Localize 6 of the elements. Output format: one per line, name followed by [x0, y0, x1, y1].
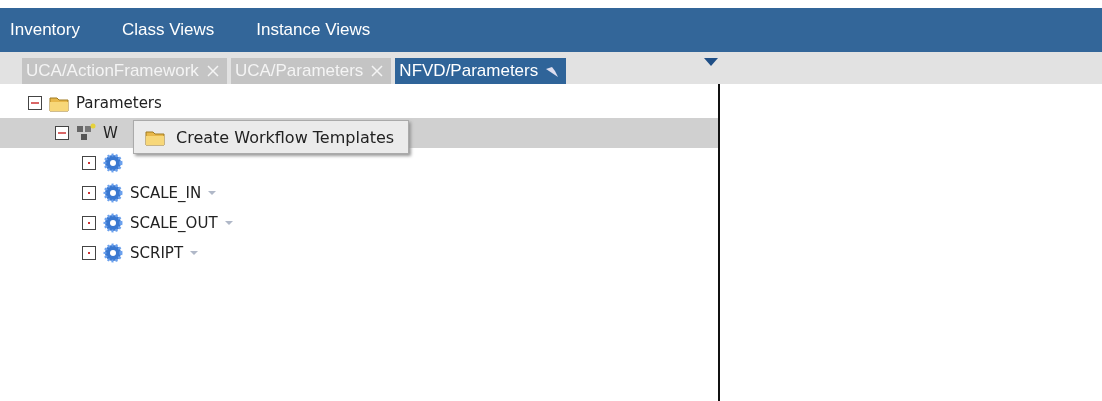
tree-label: Parameters [76, 94, 162, 112]
tree-label: SCALE_OUT [130, 214, 218, 232]
tab-label: NFVD/Parameters [399, 61, 539, 81]
tree-label: SCRIPT [130, 244, 184, 262]
tree-label: SCALE_IN [130, 184, 202, 202]
tree-label: W [103, 124, 118, 142]
